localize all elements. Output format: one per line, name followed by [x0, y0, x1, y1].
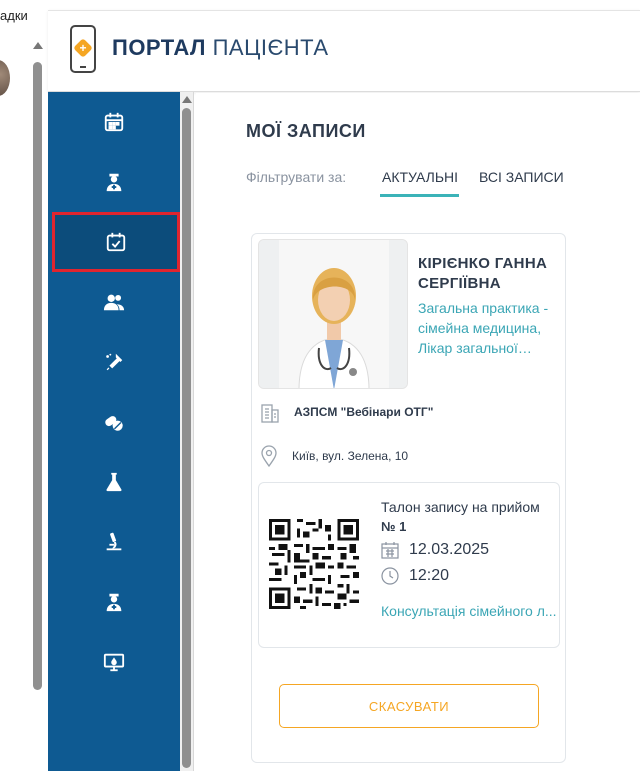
sidebar-item-lab-tests[interactable]	[48, 452, 180, 512]
main-content: МОЇ ЗАПИСИ Фільтрувати за: АКТУАЛЬНІ ВСІ…	[196, 93, 640, 771]
avatar[interactable]	[0, 60, 10, 96]
sidebar-item-telemedicine[interactable]	[48, 632, 180, 692]
page-title: МОЇ ЗАПИСИ	[246, 121, 366, 141]
app-header: + ПОРТАЛ ПАЦІЄНТА	[48, 10, 640, 92]
sidebar	[48, 92, 180, 771]
portal-title-regular: ПАЦІЄНТА	[212, 35, 329, 60]
clinic-name: АЗПСМ "Вебінари ОТГ"	[294, 405, 434, 419]
address-row: Київ, вул. Зелена, 10	[260, 444, 408, 468]
browser-side-panel: адки	[0, 0, 48, 771]
pills-icon	[105, 416, 123, 431]
sidebar-item-doctors[interactable]	[48, 152, 180, 212]
clock-icon	[381, 567, 399, 585]
scrollbar-thumb[interactable]	[33, 62, 42, 690]
tab-actual[interactable]: АКТУАЛЬНІ	[382, 169, 458, 185]
appointment-ticket: Талон запису на прийом № 1 12.03.2025 12…	[258, 482, 560, 648]
portal-title: ПОРТАЛ ПАЦІЄНТА	[112, 35, 329, 61]
doctor-icon	[106, 173, 122, 192]
calendar-icon	[104, 112, 124, 132]
doctor-specialty[interactable]: Загальна практика - сімейна медицина, Лі…	[418, 298, 563, 358]
doctor-icon	[106, 593, 122, 612]
location-pin-icon	[261, 445, 277, 467]
microscope-icon	[106, 532, 122, 551]
ticket-service[interactable]: Консультація сімейного л...	[381, 603, 559, 619]
building-icon	[261, 404, 279, 423]
sidebar-item-medications[interactable]	[48, 392, 180, 452]
sidebar-item-family[interactable]	[48, 272, 180, 332]
browser-scrollbar[interactable]	[31, 42, 45, 692]
calendar-icon	[381, 542, 399, 559]
scroll-up-icon[interactable]	[33, 42, 43, 49]
doctor-photo	[258, 239, 408, 389]
portal-logo-icon[interactable]: +	[70, 25, 96, 73]
clinic-row: АЗПСМ "Вебінари ОТГ"	[260, 400, 433, 424]
vaccine-icon	[106, 353, 123, 371]
ticket-date: 12.03.2025	[409, 541, 490, 558]
users-icon	[103, 294, 125, 311]
appointment-card: КІРІЄНКО ГАННА СЕРГІЇВНА Загальна практи…	[251, 233, 566, 763]
ticket-time-row: 12:20	[381, 565, 449, 587]
ticket-number: № 1	[381, 519, 407, 534]
sidebar-item-my-appointments[interactable]	[52, 212, 180, 272]
tab-all-appointments[interactable]: ВСІ ЗАПИСИ	[479, 169, 564, 185]
sidebar-item-vaccination[interactable]	[48, 332, 180, 392]
ticket-date-row: 12.03.2025	[381, 539, 489, 561]
filter-label: Фільтрувати за:	[246, 169, 347, 185]
monitor-icon	[103, 653, 125, 672]
qr-code	[269, 519, 359, 609]
flask-icon	[106, 472, 122, 492]
sidebar-item-research[interactable]	[48, 512, 180, 572]
sidebar-scrollbar[interactable]	[180, 92, 194, 771]
sidebar-item-calendar[interactable]	[48, 92, 180, 152]
active-tab-indicator	[380, 194, 459, 197]
browser-tab-fragment: адки	[0, 8, 28, 23]
ticket-title: Талон запису на прийом	[381, 499, 540, 515]
app-window: адки + ПОРТАЛ ПАЦІЄНТА МОЇ ЗАПИСИ Фільтр…	[0, 0, 640, 771]
cancel-button[interactable]: СКАСУВАТИ	[279, 684, 539, 728]
doctor-name: КІРІЄНКО ГАННА СЕРГІЇВНА	[418, 255, 548, 292]
clinic-address: Київ, вул. Зелена, 10	[292, 449, 409, 463]
scroll-up-icon[interactable]	[182, 96, 192, 103]
scrollbar-thumb[interactable]	[182, 108, 191, 768]
ticket-time: 12:20	[409, 567, 450, 584]
sidebar-item-specialists[interactable]	[48, 572, 180, 632]
calendar-check-icon	[106, 232, 126, 252]
portal-title-bold: ПОРТАЛ	[112, 35, 206, 60]
